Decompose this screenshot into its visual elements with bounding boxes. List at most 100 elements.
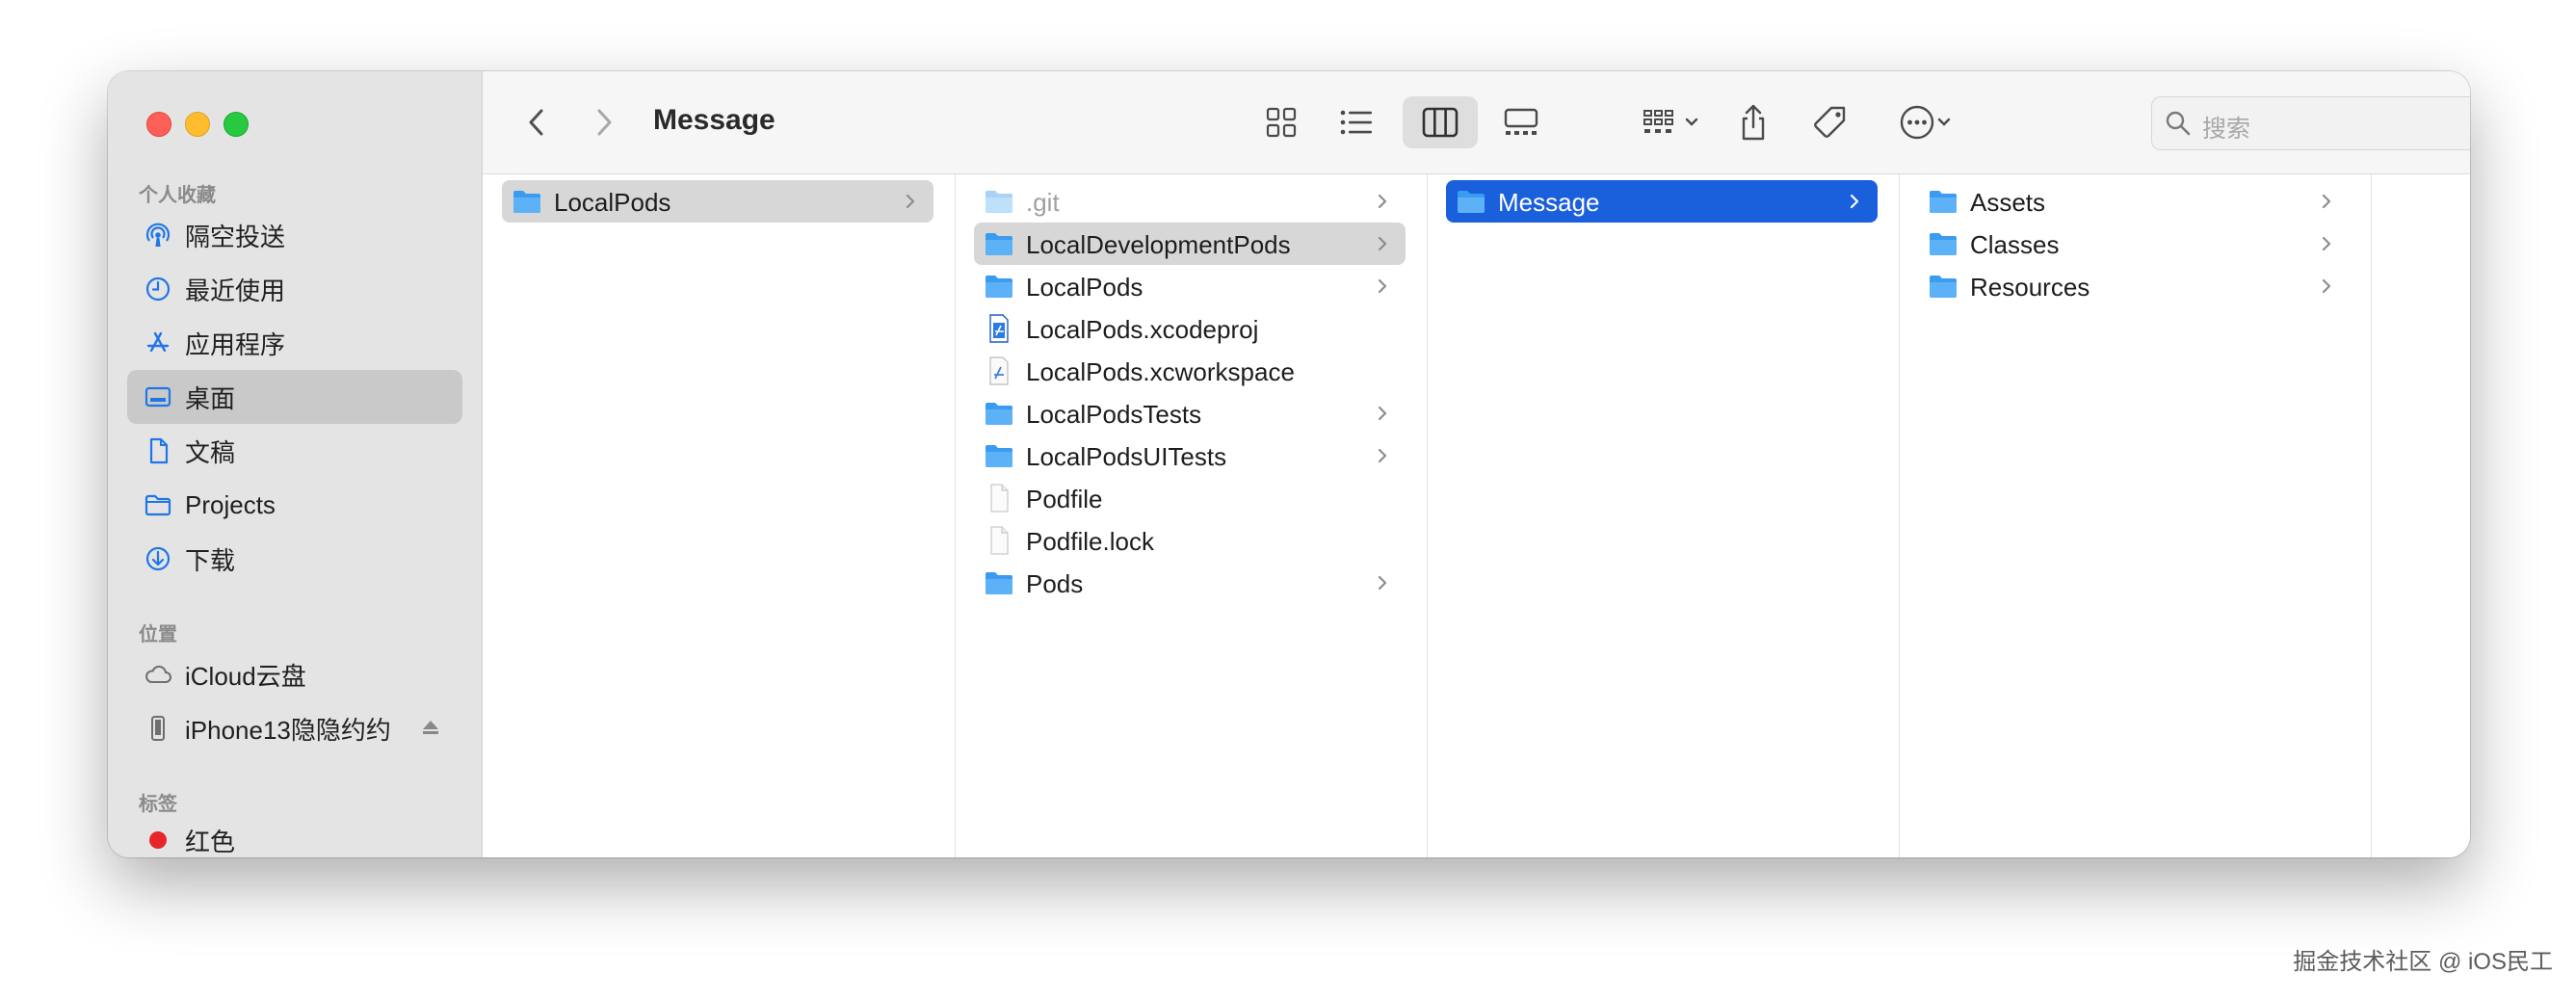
sidebar-item-applications[interactable]: 应用程序 [127,316,462,370]
chevron-right-icon [1377,573,1390,592]
column-row[interactable]: LocalPodsTests [974,392,1406,434]
sidebar-item-recents[interactable]: 最近使用 [127,262,462,316]
chevron-down-icon [1685,118,1698,126]
row-label: LocalPods [554,188,671,217]
row-label: Podfile.lock [1026,527,1154,556]
column-row[interactable]: Assets [1918,180,2350,223]
chevron-right-icon [1377,404,1390,423]
sidebar-item-icloud[interactable]: iCloud云盘 [127,647,462,701]
row-label: LocalPods.xcodeproj [1026,315,1259,344]
browser-column[interactable]: LocalPods [483,174,956,857]
xcodeproj-icon [984,314,1014,343]
folder-icon [1928,187,1958,216]
airdrop-icon [141,218,175,252]
file-icon [984,526,1014,555]
sidebar-item-label: 文稿 [185,437,236,467]
chevron-right-icon [1377,276,1390,296]
browser-column[interactable]: Message [1427,174,1900,857]
sidebar-item-downloads[interactable]: 下载 [127,532,462,586]
browser-column[interactable]: .git LocalDevelopmentPods LocalPods LocalPo… [955,174,1428,857]
sidebar-item-desktop[interactable]: 桌面 [127,370,462,424]
column-row[interactable]: LocalDevelopmentPods [974,223,1406,265]
column-row[interactable]: Classes [1918,223,2350,265]
iphone-icon [141,711,175,746]
toolbar: Message 搜索 [483,71,2470,174]
chevron-right-icon [1377,192,1390,211]
sidebar-item-label: 桌面 [185,383,236,413]
chevron-right-icon [905,192,918,211]
red-tag-dot-icon [141,823,175,857]
more-actions-button[interactable] [1887,98,1962,146]
column-browser: LocalPods .git LocalDevelopmentPods LocalP… [483,174,2470,857]
column-row[interactable]: .git [974,180,1406,223]
row-label: Classes [1970,230,2060,259]
chevron-right-icon [2321,276,2334,296]
column-row[interactable]: LocalPods [502,180,933,223]
cloud-icon [141,657,175,692]
list-view-button[interactable] [1326,98,1387,146]
column-row[interactable]: Resources [1918,265,2350,307]
column-row[interactable]: LocalPods [974,265,1406,307]
folder-icon [984,568,1014,597]
icon-view-button[interactable] [1250,98,1312,146]
row-label: Message [1498,188,1600,217]
forward-button[interactable] [585,103,623,142]
sidebar-item-label: iPhone13隐隐约约 [185,715,391,745]
folder-icon [984,399,1014,428]
sidebar-item-tag-red[interactable]: 红色 [127,813,462,857]
tags-section-title: 标签 [139,794,177,815]
column-row[interactable]: Podfile.lock [974,519,1406,562]
finder-window: 个人收藏 隔空投送 最近使用 应用程序 桌面 文稿 Projects 下载 位置… [108,71,2470,857]
search-placeholder: 搜索 [2202,116,2251,143]
row-label: Assets [1970,188,2046,217]
chevron-right-icon [1377,446,1390,465]
eject-icon[interactable] [420,717,441,743]
back-button[interactable] [517,103,556,142]
share-button[interactable] [1729,96,1777,148]
sidebar-item-iphone[interactable]: iPhone13隐隐约约 [127,701,462,755]
tag-button[interactable] [1804,96,1856,148]
chevron-right-icon [1849,192,1862,211]
folder-icon [512,187,542,216]
row-label: LocalPodsTests [1026,400,1202,429]
search-field[interactable]: 搜索 [2151,96,2470,150]
document-icon [141,434,175,468]
column-view-button[interactable] [1403,96,1478,148]
browser-column[interactable]: Assets Classes Resources [1899,174,2372,857]
column-row[interactable]: LocalPodsUITests [974,434,1406,477]
download-icon [141,541,175,576]
zoom-window-button[interactable] [223,112,249,137]
file-icon [984,484,1014,513]
folder-icon [984,229,1014,258]
chevron-right-icon [2321,192,2334,211]
column-row[interactable]: LocalPods.xcworkspace [974,350,1406,392]
column-row[interactable]: Pods [974,562,1406,604]
sidebar-item-projects[interactable]: Projects [127,478,462,532]
folder-icon [1456,187,1486,216]
sidebar-item-label: iCloud云盘 [185,661,306,691]
minimize-window-button[interactable] [185,112,210,137]
gallery-view-button[interactable] [1490,98,1552,146]
sidebar: 个人收藏 隔空投送 最近使用 应用程序 桌面 文稿 Projects 下载 位置… [108,71,483,857]
column-row[interactable]: Podfile [974,477,1406,519]
row-label: Pods [1026,569,1084,598]
row-label: Podfile [1026,485,1103,513]
row-label: LocalPods [1026,273,1143,302]
row-label: LocalDevelopmentPods [1026,230,1291,259]
folder-icon [1928,229,1958,258]
sidebar-item-airdrop[interactable]: 隔空投送 [127,208,462,262]
sidebar-item-documents[interactable]: 文稿 [127,424,462,478]
locations-section-title: 位置 [139,624,177,645]
close-window-button[interactable] [146,112,171,137]
group-by-button[interactable] [1633,98,1710,146]
watermark: 掘金技术社区 @ iOS民工 [2293,949,2553,975]
sidebar-item-label: Projects [185,489,276,519]
folder-icon [984,272,1014,301]
folder-icon [1928,272,1958,301]
chevron-right-icon [1377,234,1390,253]
desktop-icon [141,380,175,414]
folder-icon [984,187,1014,216]
column-row[interactable]: LocalPods.xcodeproj [974,307,1406,350]
column-row[interactable]: Message [1446,180,1878,223]
folder-icon [984,441,1014,470]
